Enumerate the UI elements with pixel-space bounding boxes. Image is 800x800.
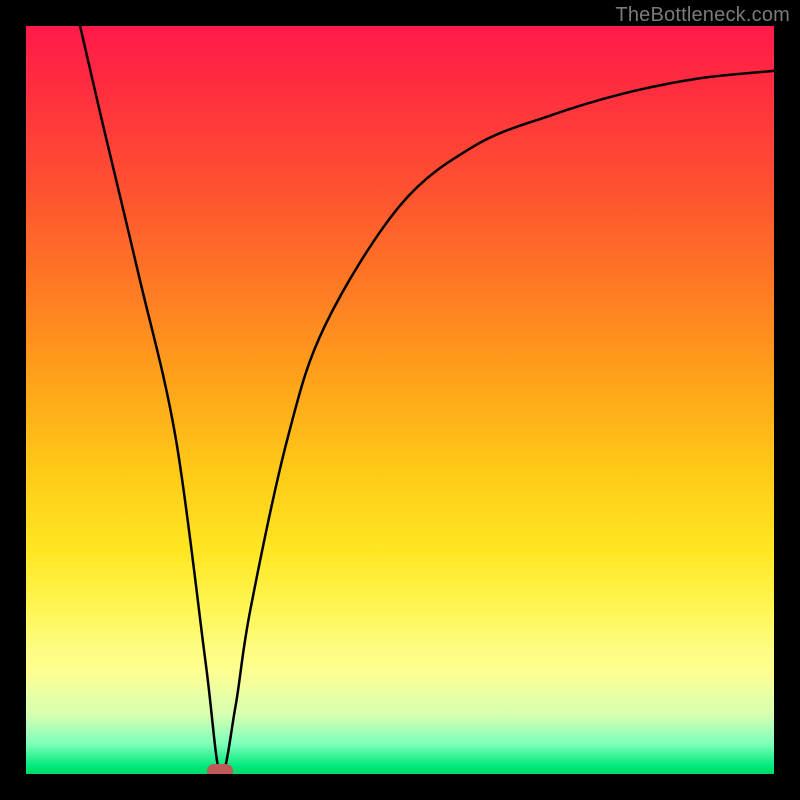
plot-area <box>26 26 774 774</box>
bottleneck-curve-path <box>78 26 774 774</box>
curve-svg <box>26 26 774 774</box>
watermark-text: TheBottleneck.com <box>615 4 790 27</box>
minimum-marker <box>207 764 233 774</box>
chart-frame: TheBottleneck.com <box>0 0 800 800</box>
